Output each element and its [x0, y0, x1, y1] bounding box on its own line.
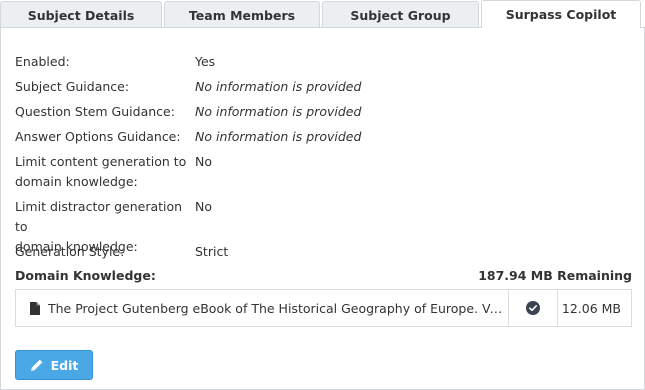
tab-label: Subject Group	[350, 7, 451, 23]
pencil-icon	[30, 359, 43, 371]
enabled-label: Enabled:	[15, 54, 70, 69]
tab-subject-group[interactable]: Subject Group	[322, 1, 479, 28]
limit-content-label: Limit content generation to domain knowl…	[15, 152, 195, 192]
question-stem-guidance-row: Question Stem Guidance: No information i…	[15, 102, 361, 122]
domain-knowledge-header: Domain Knowledge: 187.94 MB Remaining	[15, 268, 632, 283]
tab-subject-details[interactable]: Subject Details	[0, 1, 162, 28]
answer-options-guidance-label: Answer Options Guidance:	[15, 129, 181, 144]
domain-knowledge-table: The Project Gutenberg eBook of The Histo…	[15, 289, 632, 327]
edit-button-label: Edit	[50, 357, 79, 373]
enabled-value: Yes	[195, 54, 216, 69]
generation-style-row: Generation Style: Strict	[15, 242, 228, 262]
tab-surpass-copilot[interactable]: Surpass Copilot	[481, 0, 641, 28]
question-stem-guidance-label: Question Stem Guidance:	[15, 104, 175, 119]
question-stem-guidance-value: No information is provided	[195, 104, 362, 119]
limit-content-label-line1: Limit content generation to	[15, 154, 187, 169]
file-name: The Project Gutenberg eBook of The Histo…	[48, 300, 508, 316]
limit-content-value: No	[195, 154, 212, 169]
subject-guidance-value: No information is provided	[195, 79, 362, 94]
file-name-cell[interactable]: The Project Gutenberg eBook of The Histo…	[16, 290, 509, 326]
domain-knowledge-remaining: 187.94 MB Remaining	[478, 268, 632, 283]
tab-bar: Subject Details Team Members Subject Gro…	[0, 0, 645, 28]
tab-label: Surpass Copilot	[505, 7, 617, 22]
check-circle-icon	[526, 301, 540, 315]
tab-label: Subject Details	[27, 7, 135, 23]
generation-style-value: Strict	[195, 244, 229, 259]
edit-button[interactable]: Edit	[15, 350, 93, 380]
limit-distractor-label-line1: Limit distractor generation to	[15, 199, 183, 234]
answer-options-guidance-value: No information is provided	[195, 129, 362, 144]
file-size: 12.06 MB	[561, 300, 621, 316]
file-status-cell	[509, 290, 558, 326]
generation-style-label: Generation Style:	[15, 244, 125, 259]
limit-content-label-line2: domain knowledge:	[15, 174, 138, 189]
file-size-cell: 12.06 MB	[558, 290, 631, 326]
copilot-panel: Enabled: Yes Subject Guidance: No inform…	[0, 27, 645, 390]
subject-guidance-label: Subject Guidance:	[15, 79, 130, 94]
domain-knowledge-title: Domain Knowledge:	[15, 268, 156, 283]
subject-guidance-row: Subject Guidance: No information is prov…	[15, 77, 361, 97]
enabled-row: Enabled: Yes	[15, 52, 215, 72]
tab-label: Team Members	[188, 7, 296, 23]
answer-options-guidance-row: Answer Options Guidance: No information …	[15, 127, 361, 147]
tab-team-members[interactable]: Team Members	[164, 1, 320, 28]
limit-content-row: Limit content generation to domain knowl…	[15, 152, 212, 192]
file-icon	[30, 301, 40, 315]
